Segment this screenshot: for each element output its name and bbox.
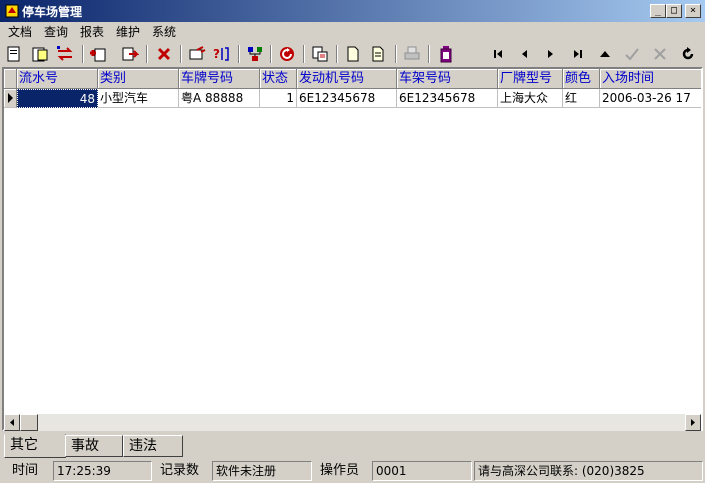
toolbar-separator (428, 45, 430, 63)
time-value: 17:25:39 (53, 461, 152, 481)
page-copy-icon[interactable] (369, 45, 387, 63)
add-icon[interactable] (89, 45, 107, 63)
tab-violation[interactable]: 违法 (123, 435, 183, 457)
header-color[interactable]: 颜色 (563, 69, 600, 89)
cell-entry-time[interactable]: 2006-03-26 17 (600, 89, 701, 108)
next-record-icon[interactable] (542, 45, 560, 63)
menu-maintain[interactable]: 维护 (116, 23, 140, 40)
toolbar-separator (82, 45, 84, 63)
menu-bar: 文档 查询 报表 维护 系统 (0, 22, 705, 41)
toolbar-separator (303, 45, 305, 63)
bottom-tabs: 其它 事故 违法 (0, 434, 705, 458)
toolbar-separator (180, 45, 182, 63)
page-icon[interactable] (344, 45, 362, 63)
insert-icon[interactable] (596, 45, 614, 63)
app-icon (5, 4, 19, 18)
battery-icon[interactable] (437, 45, 455, 63)
horizontal-scrollbar[interactable] (4, 414, 701, 431)
operator-label: 操作员 (320, 463, 360, 478)
prev-record-icon[interactable] (515, 45, 533, 63)
tab-other[interactable]: 其它 (4, 434, 66, 458)
refresh-icon[interactable] (278, 45, 296, 63)
cell-category[interactable]: 小型汽车 (98, 89, 179, 108)
new-icon[interactable] (5, 45, 23, 63)
arrow-right-icon (691, 419, 695, 426)
svg-text:?: ? (213, 47, 220, 61)
cell-plate-no[interactable]: 粤A 88888 (179, 89, 260, 108)
header-category[interactable]: 类别 (98, 69, 179, 89)
table-row[interactable]: 48 小型汽车 粤A 88888 1 6E12345678 6E12345678… (4, 89, 701, 108)
scroll-left-button[interactable] (4, 414, 20, 431)
cell-engine-no[interactable]: 6E12345678 (297, 89, 397, 108)
header-entry-time[interactable]: 入场时间 (600, 69, 701, 89)
print-icon[interactable] (311, 45, 329, 63)
header-plate-no[interactable]: 车牌号码 (179, 69, 260, 89)
header-engine-no[interactable]: 发动机号码 (297, 69, 397, 89)
toolbar-separator (336, 45, 338, 63)
operator-value: 0001 (372, 461, 472, 481)
scroll-thumb[interactable] (20, 414, 38, 431)
menu-query[interactable]: 查询 (44, 23, 68, 40)
arrow-left-icon (10, 419, 14, 426)
maximize-button[interactable]: □ (666, 4, 682, 18)
last-record-icon[interactable] (569, 45, 587, 63)
close-button[interactable]: × (685, 4, 701, 18)
header-indicator (4, 69, 17, 89)
cell-serial-no[interactable]: 48 (17, 89, 98, 108)
cell-frame-no[interactable]: 6E12345678 (397, 89, 498, 108)
time-label: 时间 (12, 463, 39, 478)
data-grid[interactable]: 流水号 类别 车牌号码 状态 发动机号码 车架号码 厂牌型号 颜色 入场时间 4… (2, 67, 703, 431)
menu-document[interactable]: 文档 (8, 23, 32, 40)
header-frame-no[interactable]: 车架号码 (397, 69, 498, 89)
printer-icon (404, 46, 420, 60)
toolbar-separator (238, 45, 240, 63)
records-label: 记录数 (160, 463, 200, 478)
status-bar: 时间 17:25:39 记录数 软件未注册 操作员 0001 请与高深公司联系:… (0, 459, 705, 483)
toolbar-separator (395, 45, 397, 63)
window-title: 停车场管理 (22, 5, 83, 19)
grid-header: 流水号 类别 车牌号码 状态 发动机号码 车架号码 厂牌型号 颜色 入场时间 (4, 69, 701, 89)
tab-accident[interactable]: 事故 (65, 435, 123, 457)
records-value: 软件未注册 (212, 461, 312, 481)
current-row-icon (8, 93, 13, 103)
header-serial-no[interactable]: 流水号 (17, 69, 98, 89)
switch-icon[interactable] (56, 45, 74, 63)
row-indicator (4, 89, 17, 108)
delete-icon[interactable] (155, 45, 173, 63)
cell-brand-model[interactable]: 上海大众 (498, 89, 563, 108)
header-status[interactable]: 状态 (260, 69, 297, 89)
search-icon[interactable] (188, 45, 206, 63)
toolbar: ? (0, 41, 705, 67)
toolbar-separator (146, 45, 148, 63)
menu-report[interactable]: 报表 (80, 23, 104, 40)
header-brand-model[interactable]: 厂牌型号 (498, 69, 563, 89)
cancel-icon (654, 48, 666, 60)
minimize-button[interactable]: _ (650, 4, 666, 18)
toolbar-separator (270, 45, 272, 63)
cell-status[interactable]: 1 (260, 89, 297, 108)
post-icon (625, 48, 639, 61)
export-icon[interactable] (121, 45, 139, 63)
title-bar: 停车场管理 _ □ × (0, 0, 705, 22)
cell-color[interactable]: 红 (563, 89, 600, 108)
tree-icon[interactable] (246, 45, 264, 63)
help-icon[interactable]: ? (212, 45, 230, 63)
first-record-icon[interactable] (489, 45, 507, 63)
scroll-right-button[interactable] (685, 414, 701, 431)
open-icon[interactable] (31, 45, 49, 63)
menu-system[interactable]: 系统 (152, 23, 176, 40)
contact-info: 请与高深公司联系: (020)3825 (474, 461, 703, 481)
reload-icon[interactable] (679, 45, 697, 63)
